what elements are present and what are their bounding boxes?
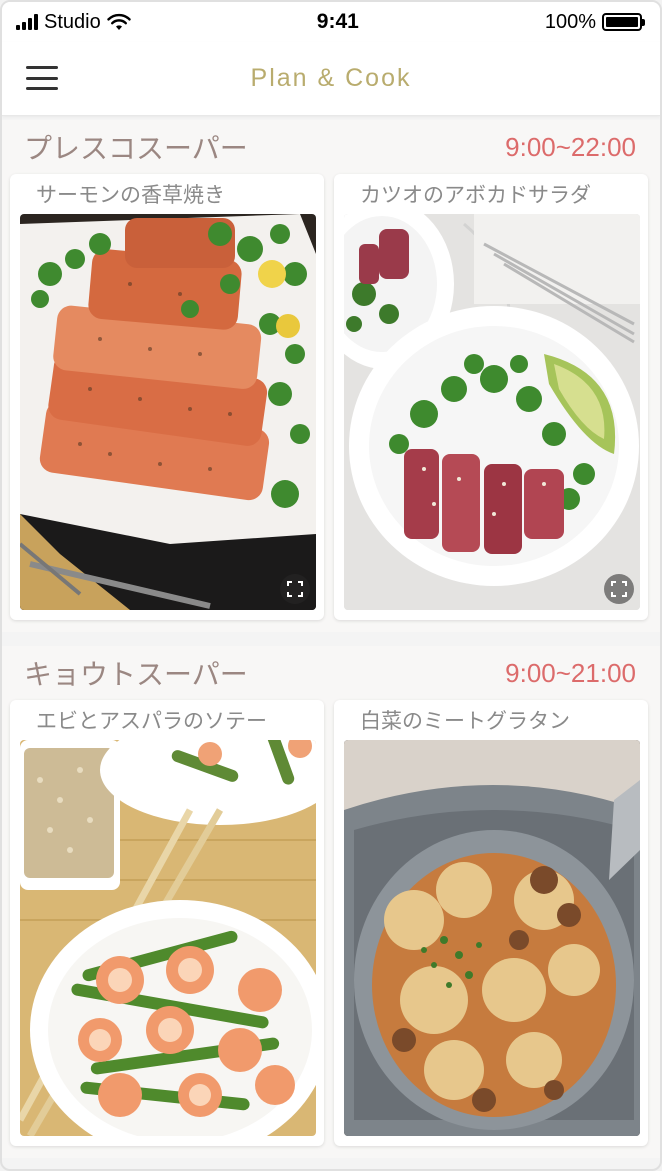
status-right: 100% xyxy=(544,10,645,34)
store-section: プレスコスーパー 9:00~22:00 サーモンの香草焼き カツオのアボカドサラ… xyxy=(2,120,660,632)
shrimp-dish-photo xyxy=(20,740,316,1136)
gratin-dish-photo xyxy=(344,740,640,1136)
carrier-label: Studio xyxy=(44,10,101,33)
recipe-title: サーモンの香草焼き xyxy=(36,183,225,207)
phone-screen: Studio 9:41 100% Plan & Cook プレスコスーパー 9:… xyxy=(0,0,662,1171)
hamburger-menu-icon[interactable] xyxy=(26,66,58,90)
store-name: プレスコスーパー xyxy=(24,132,248,165)
battery-icon xyxy=(602,13,645,31)
recipe-card[interactable]: エビとアスパラのソテー xyxy=(10,700,324,1146)
shrimp-asparagus-saute-image xyxy=(20,740,316,1136)
recipe-card[interactable]: カツオのアボカドサラダ xyxy=(334,174,648,620)
recipe-card[interactable]: サーモンの香草焼き xyxy=(10,174,324,620)
status-left: Studio xyxy=(16,11,131,34)
status-bar: Studio 9:41 100% xyxy=(2,2,660,42)
recipe-cards: エビとアスパラのソテー 白菜のミートグラタン xyxy=(10,700,648,1146)
store-header: プレスコスーパー 9:00~22:00 xyxy=(10,120,648,174)
store-header: キョウトスーパー 9:00~21:00 xyxy=(10,646,648,700)
recipe-title: 白菜のミートグラタン xyxy=(360,709,570,733)
recipe-title: エビとアスパラのソテー xyxy=(36,709,267,733)
bonito-avocado-salad-image xyxy=(344,214,640,610)
salmon-dish-photo xyxy=(20,214,316,610)
clock: 9:41 xyxy=(316,10,359,33)
recipe-card[interactable]: 白菜のミートグラタン xyxy=(334,700,648,1146)
store-hours: 9:00~22:00 xyxy=(505,131,636,162)
store-name: キョウトスーパー xyxy=(24,658,248,691)
expand-icon[interactable] xyxy=(280,574,310,604)
store-hours: 9:00~21:00 xyxy=(505,657,636,688)
battery-fill xyxy=(606,17,638,27)
salmon-herb-dish-image xyxy=(20,214,316,610)
recipe-title: カツオのアボカドサラダ xyxy=(360,183,591,207)
app-title: Plan & Cook xyxy=(250,64,412,92)
store-list: プレスコスーパー 9:00~22:00 サーモンの香草焼き カツオのアボカドサラ… xyxy=(2,120,660,1158)
nav-bar: Plan & Cook xyxy=(2,42,660,116)
store-section: キョウトスーパー 9:00~21:00 エビとアスパラのソテー 白菜のミートグラ… xyxy=(2,646,660,1158)
signal-icon xyxy=(16,14,38,30)
bonito-salad-photo xyxy=(344,214,640,610)
cabbage-meat-gratin-image xyxy=(344,740,640,1136)
wifi-icon xyxy=(107,13,131,30)
expand-icon[interactable] xyxy=(604,574,634,604)
recipe-cards: サーモンの香草焼き カツオのアボカドサラダ xyxy=(10,174,648,620)
battery-percent: 100% xyxy=(544,10,596,33)
